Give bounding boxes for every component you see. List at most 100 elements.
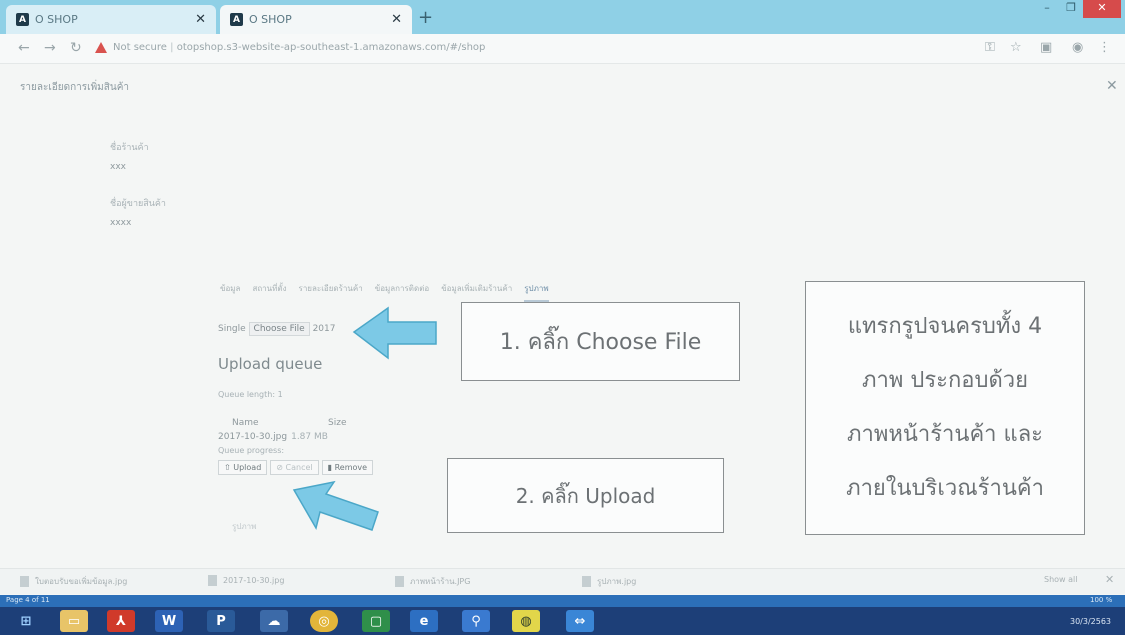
note-line: แทรกรูปจนครบทั้ง 4	[847, 314, 1043, 339]
field-value-seller-name: xxxx	[110, 218, 132, 228]
profile-icon[interactable]: ◉	[1072, 40, 1083, 55]
address-bar: ← → ↻ Not secure | otopshop.s3-website-a…	[0, 34, 1125, 64]
back-icon[interactable]: ←	[18, 40, 30, 56]
teamviewer-icon[interactable]: ⇔	[566, 610, 594, 632]
tab-title: O SHOP	[35, 13, 78, 26]
field-value-shop-name: xxx	[110, 162, 126, 172]
note-line: ภาพหน้าร้านค้า และ	[846, 422, 1043, 447]
url-field[interactable]: Not secure | otopshop.s3-website-ap-sout…	[113, 42, 485, 53]
upload-queue-heading: Upload queue	[218, 355, 323, 373]
download-item[interactable]: ใบตอบรับขอเพิ่มข้อมูล.jpg	[20, 575, 127, 588]
cancel-button[interactable]: ⊘ Cancel	[270, 460, 319, 475]
file-explorer-icon[interactable]: ▭	[60, 610, 88, 632]
trash-icon: ▮	[327, 463, 333, 472]
tab-location[interactable]: สถานที่ตั้ง	[252, 282, 286, 302]
search-icon[interactable]: ⚲	[462, 610, 490, 632]
note-line: ภาพ ประกอบด้วย	[862, 368, 1028, 393]
single-label: Single	[218, 324, 246, 334]
menu-icon[interactable]: ⋮	[1098, 40, 1111, 55]
queue-file-row: 2017-10-30.jpg 1.87 MB	[218, 432, 328, 442]
url-prefix: Not secure	[113, 42, 167, 53]
arrow-left-icon	[352, 306, 437, 360]
show-all-link[interactable]: Show all	[1044, 575, 1077, 584]
file-icon	[208, 575, 217, 586]
download-item[interactable]: รูปภาพ.jpg	[582, 575, 636, 588]
upload-icon: ⇧	[224, 463, 231, 472]
close-tab-icon[interactable]: ✕	[391, 12, 402, 27]
remove-button[interactable]: ▮ Remove	[321, 460, 374, 475]
queue-progress-label: Queue progress:	[218, 446, 285, 455]
upload-button[interactable]: ⇧ Upload	[218, 460, 268, 475]
field-label-seller-name: ชื่อผู้ขายสินค้า	[110, 199, 166, 209]
minimize-icon[interactable]: –	[1035, 0, 1059, 18]
angular-icon: A	[230, 13, 243, 26]
angular-icon: A	[16, 13, 29, 26]
page-count: Page 4 of 11	[6, 596, 50, 604]
word-icon[interactable]: W	[155, 610, 183, 632]
modal-title: รายละเอียดการเพิ่มสินค้า	[20, 82, 130, 93]
tab-info[interactable]: ข้อมูล	[220, 282, 240, 302]
download-name: 2017-10-30.jpg	[223, 576, 285, 585]
project-icon[interactable]: P	[207, 610, 235, 632]
onedrive-icon[interactable]: ☁	[260, 610, 288, 632]
file-size: 1.87 MB	[291, 432, 328, 442]
field-label-shop-name: ชื่อร้านค้า	[110, 143, 149, 153]
download-name: รูปภาพ.jpg	[597, 577, 637, 586]
extension-icon[interactable]: ▣	[1040, 40, 1052, 55]
new-tab-icon[interactable]: +	[418, 7, 433, 28]
window-controls: – ❐ ✕	[1035, 0, 1121, 18]
star-icon[interactable]: ☆	[1010, 40, 1022, 55]
browser-tab-1[interactable]: A O SHOP ✕	[6, 5, 216, 34]
url-host: otopshop.s3-website-ap-southeast-1.amazo…	[176, 42, 447, 53]
zoom-level: 100 %	[1090, 596, 1113, 604]
single-upload-row: Single Choose File 2017	[218, 322, 335, 336]
queue-length: Queue length: 1	[218, 390, 283, 399]
maximize-icon[interactable]: ❐	[1059, 0, 1083, 18]
browser-tab-bar: A O SHOP ✕ A O SHOP ✕ + – ❐ ✕	[0, 0, 1125, 34]
internet-explorer-icon[interactable]: e	[410, 610, 438, 632]
forward-icon[interactable]: →	[44, 40, 56, 56]
close-icon[interactable]: ✕	[1105, 573, 1114, 586]
note-line: ภายในบริเวณร้านค้า	[846, 476, 1044, 501]
download-item[interactable]: ภาพหน้าร้าน.JPG	[395, 575, 470, 588]
download-item[interactable]: 2017-10-30.jpg	[208, 575, 284, 586]
file-name: 2017-10-30.jpg	[218, 432, 288, 442]
url-path: /#/shop	[446, 42, 486, 53]
tab-images[interactable]: รูปภาพ	[524, 282, 549, 302]
file-icon	[395, 576, 404, 587]
key-icon[interactable]: ⚿	[985, 40, 995, 55]
close-tab-icon[interactable]: ✕	[195, 12, 206, 27]
clock-date: 30/3/2563	[1070, 617, 1112, 626]
arrow-upleft-icon	[292, 480, 379, 531]
callout-step-2: 2. คลิ๊ก Upload	[447, 458, 724, 533]
browser-tab-2[interactable]: A O SHOP ✕	[220, 5, 412, 34]
remove-label: Remove	[334, 463, 368, 472]
warning-icon	[95, 42, 107, 53]
windows-start-icon[interactable]: ⊞	[12, 610, 40, 632]
download-name: ภาพหน้าร้าน.JPG	[410, 577, 471, 586]
cancel-icon: ⊘	[276, 463, 283, 472]
download-name: ใบตอบรับขอเพิ่มข้อมูล.jpg	[35, 577, 128, 586]
acrobat-icon[interactable]: ⅄	[107, 610, 135, 632]
chrome-icon[interactable]: ◎	[310, 610, 338, 632]
tab-shop-detail[interactable]: รายละเอียดร้านค้า	[299, 282, 363, 302]
cancel-label: Cancel	[285, 463, 313, 472]
tab-title: O SHOP	[249, 13, 292, 26]
choose-file-button[interactable]: Choose File	[248, 322, 310, 336]
reload-icon[interactable]: ↻	[70, 40, 82, 56]
upload-label: Upload	[233, 463, 262, 472]
close-icon[interactable]: ✕	[1106, 78, 1118, 94]
detail-tabs: ข้อมูล สถานที่ตั้ง รายละเอียดร้านค้า ข้อ…	[220, 282, 720, 302]
queue-actions: ⇧ Upload ⊘ Cancel ▮ Remove	[218, 460, 374, 475]
close-window-icon[interactable]: ✕	[1083, 0, 1121, 18]
callout-step-1: 1. คลิ๊ก Choose File	[461, 302, 740, 381]
line-icon[interactable]: ◍	[512, 610, 540, 632]
column-size-header: Size	[328, 418, 347, 428]
callout-note: แทรกรูปจนครบทั้ง 4 ภาพ ประกอบด้วย ภาพหน้…	[805, 281, 1085, 535]
word-status-bar: Page 4 of 11 100 %	[0, 595, 1125, 607]
tab-contact[interactable]: ข้อมูลการติดต่อ	[375, 282, 429, 302]
tab-extra[interactable]: ข้อมูลเพิ่มเติมร้านค้า	[441, 282, 512, 302]
faint-section-text: รูปภาพ	[232, 522, 257, 531]
outlook-icon[interactable]: ▢	[362, 610, 390, 632]
column-name-header: Name	[232, 418, 259, 428]
